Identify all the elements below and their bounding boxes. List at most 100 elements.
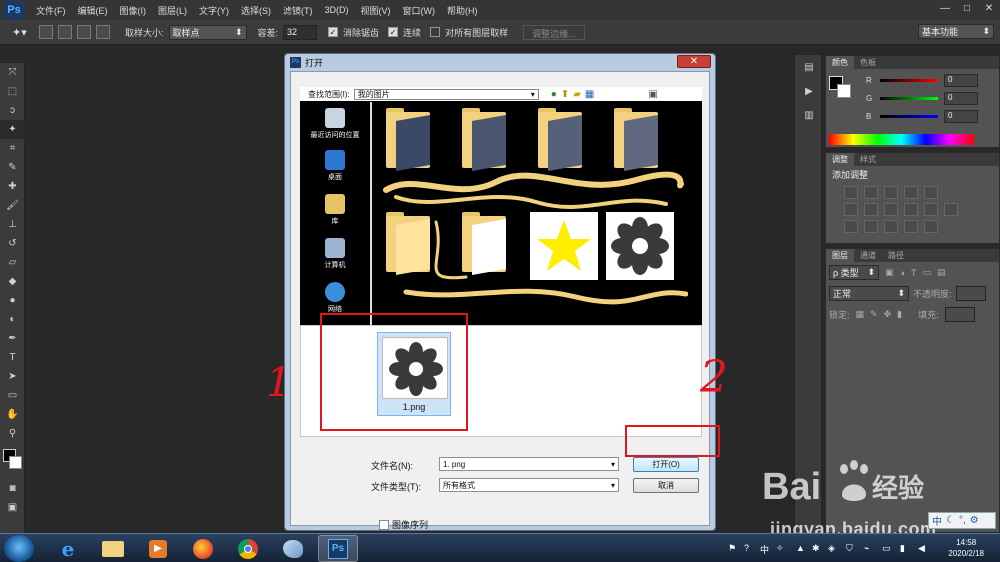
- blur-tool-icon[interactable]: ●: [0, 291, 25, 310]
- image-sequence-checkbox[interactable]: [379, 519, 389, 530]
- intersect-selection-icon[interactable]: [96, 25, 110, 39]
- up-folder-icon[interactable]: ⬆: [561, 89, 569, 100]
- b-value[interactable]: 0: [944, 109, 978, 123]
- background-swatch[interactable]: [837, 84, 851, 98]
- actions-panel-icon[interactable]: ▶: [795, 79, 823, 103]
- fill-input[interactable]: [944, 307, 975, 322]
- type-tool-icon[interactable]: T: [0, 348, 25, 367]
- image-sequence-row[interactable]: 图像序列: [379, 518, 428, 531]
- magic-wand-icon[interactable]: ✦▾: [12, 26, 34, 39]
- layer-filter-select[interactable]: ρ 类型 ⬍: [829, 265, 879, 280]
- r-value[interactable]: 0: [944, 73, 978, 87]
- tray-bluetooth-icon[interactable]: ✱: [812, 543, 822, 553]
- tray-arrow-icon[interactable]: ▲: [796, 543, 806, 553]
- color-swatches[interactable]: [0, 443, 24, 479]
- g-value[interactable]: 0: [944, 91, 978, 105]
- healing-brush-icon[interactable]: ✚: [0, 177, 25, 196]
- place-recent[interactable]: 最近访问的位置: [304, 108, 366, 140]
- menu-window[interactable]: 窗口(W): [397, 4, 442, 17]
- history-panel-icon[interactable]: ▤: [795, 55, 823, 79]
- maximize-button[interactable]: □: [956, 0, 978, 16]
- photo-filter-icon[interactable]: [904, 203, 918, 216]
- fg-bg-swatch[interactable]: [829, 76, 851, 98]
- clone-stamp-icon[interactable]: ⊥: [0, 215, 25, 234]
- zoom-tool-icon[interactable]: ⚲: [0, 424, 25, 443]
- selective-color-icon[interactable]: [904, 220, 918, 233]
- tray-flag-icon[interactable]: ⚑: [728, 543, 738, 553]
- tray-volume-icon[interactable]: ◀: [918, 543, 928, 553]
- workspace-select[interactable]: 基本功能 ⬍: [918, 24, 994, 39]
- magic-wand-tool-icon[interactable]: ✦: [0, 120, 25, 139]
- view-menu-icon[interactable]: ▦: [585, 89, 594, 100]
- place-network[interactable]: 网络: [304, 282, 366, 314]
- crop-tool-icon[interactable]: ⌗: [0, 139, 25, 158]
- menu-edit[interactable]: 编辑(E): [72, 4, 114, 17]
- thumbnail-icon[interactable]: ▣: [648, 89, 657, 100]
- tray-shield-icon[interactable]: ⛉: [846, 543, 856, 553]
- hand-tool-icon[interactable]: ✋: [0, 405, 25, 424]
- explorer-app-icon[interactable]: [93, 535, 133, 562]
- menu-layer[interactable]: 图层(L): [152, 4, 193, 17]
- tab-layers[interactable]: 图层: [826, 249, 854, 262]
- curves-icon[interactable]: [884, 186, 898, 199]
- refine-edge-button[interactable]: 调整边缘...: [523, 24, 585, 40]
- move-tool-icon[interactable]: ⤧: [0, 63, 25, 82]
- menu-type[interactable]: 文字(Y): [193, 4, 235, 17]
- opacity-input[interactable]: [955, 286, 986, 301]
- lasso-tool-icon[interactable]: ↄ: [0, 101, 25, 120]
- shape-tool-icon[interactable]: ▭: [0, 386, 25, 405]
- path-select-icon[interactable]: ➤: [0, 367, 25, 386]
- lock-transparent-icon[interactable]: ▦: [856, 309, 865, 320]
- firefox-app-icon[interactable]: [183, 535, 223, 562]
- menu-3d[interactable]: 3D(D): [319, 5, 355, 15]
- place-computer[interactable]: 计算机: [304, 238, 366, 270]
- tab-channels[interactable]: 通道: [854, 249, 882, 262]
- background-color[interactable]: [9, 456, 22, 469]
- ie-app-icon[interactable]: e: [48, 535, 88, 562]
- green-slider[interactable]: [880, 96, 938, 100]
- menu-select[interactable]: 选择(S): [235, 4, 277, 17]
- gradient-map-icon[interactable]: [924, 220, 938, 233]
- paint-bucket-icon[interactable]: ◆: [0, 272, 25, 291]
- pen-tool-icon[interactable]: ✒: [0, 329, 25, 348]
- black-white-icon[interactable]: [884, 203, 898, 216]
- posterize-icon[interactable]: [864, 220, 878, 233]
- media-player-app-icon[interactable]: ▶: [138, 535, 178, 562]
- open-button[interactable]: 打开(O): [633, 457, 699, 472]
- menu-view[interactable]: 视图(V): [355, 4, 397, 17]
- vibrance-icon[interactable]: [924, 186, 938, 199]
- red-slider-row[interactable]: R 0: [826, 71, 999, 89]
- place-desktop[interactable]: 桌面: [304, 150, 366, 182]
- filename-input[interactable]: 1. png ▾: [439, 457, 619, 471]
- place-libraries[interactable]: 库: [304, 194, 366, 226]
- levels-icon[interactable]: [864, 186, 878, 199]
- paint-app-icon[interactable]: [273, 535, 313, 562]
- tab-paths[interactable]: 路径: [882, 249, 910, 262]
- ime-toolbar[interactable]: 中 ☾ °, ⚙: [928, 512, 996, 529]
- start-button[interactable]: [4, 535, 34, 562]
- all-layers-checkbox[interactable]: [430, 27, 441, 37]
- minimize-button[interactable]: —: [934, 0, 956, 16]
- blue-slider[interactable]: [880, 114, 938, 118]
- photoshop-app-icon[interactable]: Ps: [318, 535, 358, 562]
- look-in-select[interactable]: 我的图片 ▾: [353, 88, 539, 100]
- marquee-tool-icon[interactable]: ⬚: [0, 82, 25, 101]
- blue-slider-row[interactable]: B 0: [826, 107, 999, 125]
- color-balance-icon[interactable]: [864, 203, 878, 216]
- tray-usb-icon[interactable]: ⌁: [864, 543, 874, 553]
- tab-adjustments[interactable]: 调整: [826, 153, 854, 166]
- filter-type-icon[interactable]: T: [911, 268, 917, 278]
- tray-ime-icon[interactable]: 中: [760, 543, 770, 555]
- invert-icon[interactable]: [844, 220, 858, 233]
- hue-saturation-icon[interactable]: [844, 203, 858, 216]
- cancel-button[interactable]: 取消: [633, 478, 699, 493]
- antialias-checkbox[interactable]: ✓: [328, 27, 339, 37]
- history-brush-icon[interactable]: ↺: [0, 234, 25, 253]
- lock-all-icon[interactable]: ▮: [897, 309, 902, 320]
- new-selection-icon[interactable]: [39, 25, 53, 39]
- tolerance-input[interactable]: 32: [283, 24, 318, 40]
- filter-adjust-icon[interactable]: ◑: [900, 268, 905, 278]
- tab-color[interactable]: 颜色: [826, 56, 854, 69]
- green-slider-row[interactable]: G 0: [826, 89, 999, 107]
- channel-mixer-icon[interactable]: [924, 203, 938, 216]
